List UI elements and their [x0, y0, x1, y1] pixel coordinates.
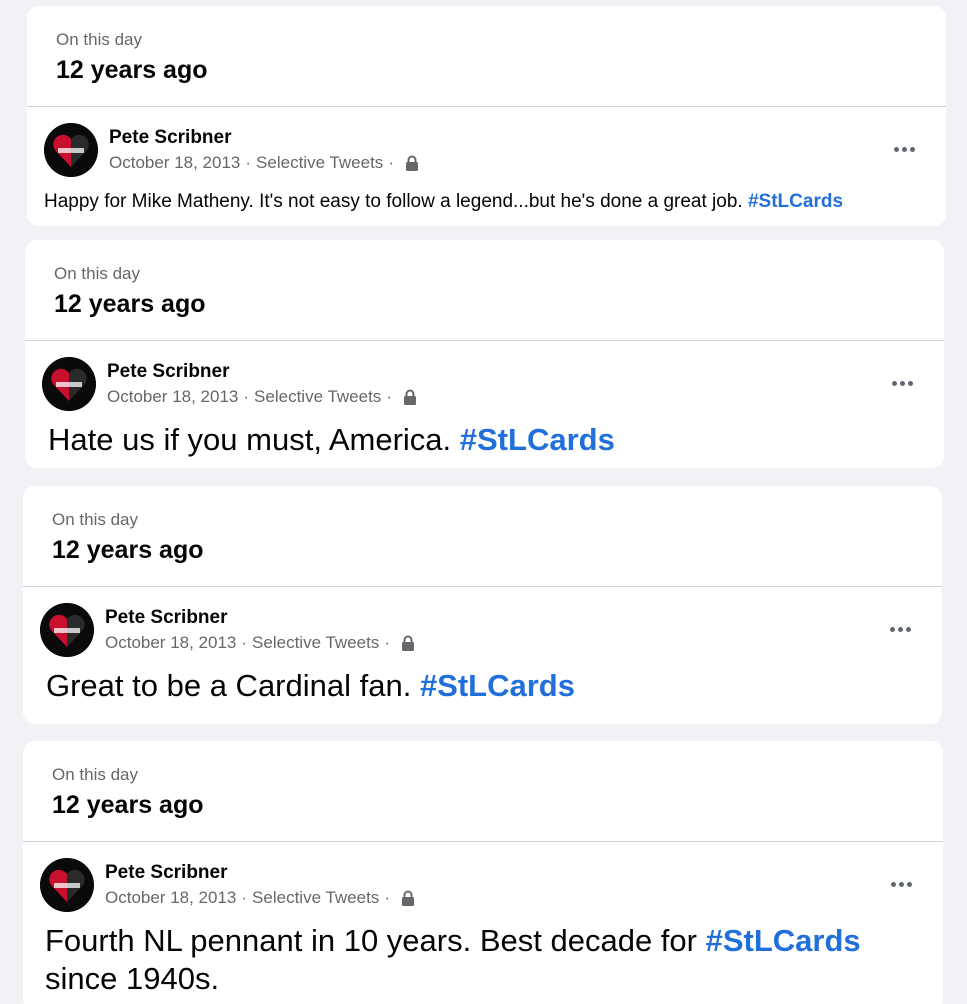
avatar[interactable]: [40, 858, 94, 912]
on-this-day-label: On this day: [52, 510, 138, 529]
lock-icon[interactable]: [403, 389, 417, 405]
avatar[interactable]: [42, 357, 96, 411]
years-ago-title: 12 years ago: [52, 791, 204, 819]
hashtag-link[interactable]: #StLCards: [748, 191, 843, 212]
post-date[interactable]: October 18, 2013: [109, 153, 240, 173]
memory-card: On this day 12 years ago Pete Scribner O…: [27, 6, 946, 226]
memory-card: On this day 12 years ago Pete Scribner O…: [25, 240, 944, 468]
post: Pete Scribner October 18, 2013 · Selecti…: [23, 587, 942, 707]
lock-icon[interactable]: [401, 635, 415, 651]
post-date[interactable]: October 18, 2013: [107, 387, 238, 407]
hashtag-link[interactable]: #StLCards: [420, 668, 575, 703]
years-ago-title: 12 years ago: [56, 56, 208, 84]
hashtag-link[interactable]: #StLCards: [706, 923, 861, 958]
post: Pete Scribner October 18, 2013 · Selecti…: [25, 341, 944, 461]
author-name[interactable]: Pete Scribner: [105, 862, 228, 884]
more-options-icon[interactable]: [892, 137, 916, 161]
memory-header: On this day 12 years ago: [23, 741, 943, 842]
meta-separator: ·: [243, 387, 250, 406]
more-options-icon[interactable]: [889, 872, 913, 896]
more-options-icon[interactable]: [890, 371, 914, 395]
post-text: Hate us if you must, America. #StLCards: [48, 421, 615, 459]
post-body: Happy for Mike Matheny. It's not easy to…: [44, 191, 748, 212]
author-name[interactable]: Pete Scribner: [105, 607, 228, 629]
lock-icon[interactable]: [405, 155, 419, 171]
post-date[interactable]: October 18, 2013: [105, 633, 236, 653]
group-name[interactable]: Selective Tweets: [252, 888, 379, 908]
avatar[interactable]: [44, 123, 98, 177]
post-body: Great to be a Cardinal fan.: [46, 668, 420, 703]
author-name[interactable]: Pete Scribner: [109, 127, 232, 149]
post-body: Hate us if you must, America.: [48, 422, 460, 457]
post-text: Fourth NL pennant in 10 years. Best deca…: [45, 922, 861, 998]
heart-logo-avatar-icon: [40, 603, 94, 657]
more-options-icon[interactable]: [888, 617, 912, 641]
on-this-day-label: On this day: [54, 264, 140, 283]
group-name[interactable]: Selective Tweets: [256, 153, 383, 173]
years-ago-title: 12 years ago: [52, 536, 204, 564]
on-this-day-label: On this day: [52, 765, 138, 784]
post-meta: October 18, 2013 · Selective Tweets ·: [105, 888, 415, 908]
avatar[interactable]: [40, 603, 94, 657]
meta-separator: ·: [386, 387, 392, 406]
post-meta: October 18, 2013 · Selective Tweets ·: [109, 153, 419, 173]
post-body: Fourth NL pennant in 10 years. Best deca…: [45, 923, 706, 958]
memory-header: On this day 12 years ago: [27, 6, 946, 107]
heart-logo-avatar-icon: [40, 858, 94, 912]
author-name[interactable]: Pete Scribner: [107, 361, 230, 383]
meta-separator: ·: [388, 153, 394, 172]
post-meta: October 18, 2013 · Selective Tweets ·: [105, 633, 415, 653]
years-ago-title: 12 years ago: [54, 290, 206, 318]
meta-separator: ·: [384, 888, 390, 907]
post-meta: October 18, 2013 · Selective Tweets ·: [107, 387, 417, 407]
memory-card: On this day 12 years ago Pete Scribner O…: [23, 741, 943, 1004]
heart-logo-avatar-icon: [44, 123, 98, 177]
meta-separator: ·: [384, 633, 390, 652]
lock-icon[interactable]: [401, 890, 415, 906]
group-name[interactable]: Selective Tweets: [252, 633, 379, 653]
meta-separator: ·: [241, 633, 248, 652]
post-date[interactable]: October 18, 2013: [105, 888, 236, 908]
heart-logo-avatar-icon: [42, 357, 96, 411]
hashtag-link[interactable]: #StLCards: [460, 422, 615, 457]
memory-header: On this day 12 years ago: [25, 240, 944, 341]
memory-card: On this day 12 years ago Pete Scribner O…: [23, 486, 942, 724]
on-this-day-label: On this day: [56, 30, 142, 49]
meta-separator: ·: [241, 888, 248, 907]
post-text: Happy for Mike Matheny. It's not easy to…: [44, 191, 843, 213]
post: Pete Scribner October 18, 2013 · Selecti…: [23, 842, 943, 1004]
memory-header: On this day 12 years ago: [23, 486, 942, 587]
meta-separator: ·: [245, 153, 252, 172]
group-name[interactable]: Selective Tweets: [254, 387, 381, 407]
post: Pete Scribner October 18, 2013 · Selecti…: [27, 107, 946, 226]
post-text: Great to be a Cardinal fan. #StLCards: [46, 667, 575, 705]
post-body-continued: since 1940s.: [45, 961, 220, 996]
